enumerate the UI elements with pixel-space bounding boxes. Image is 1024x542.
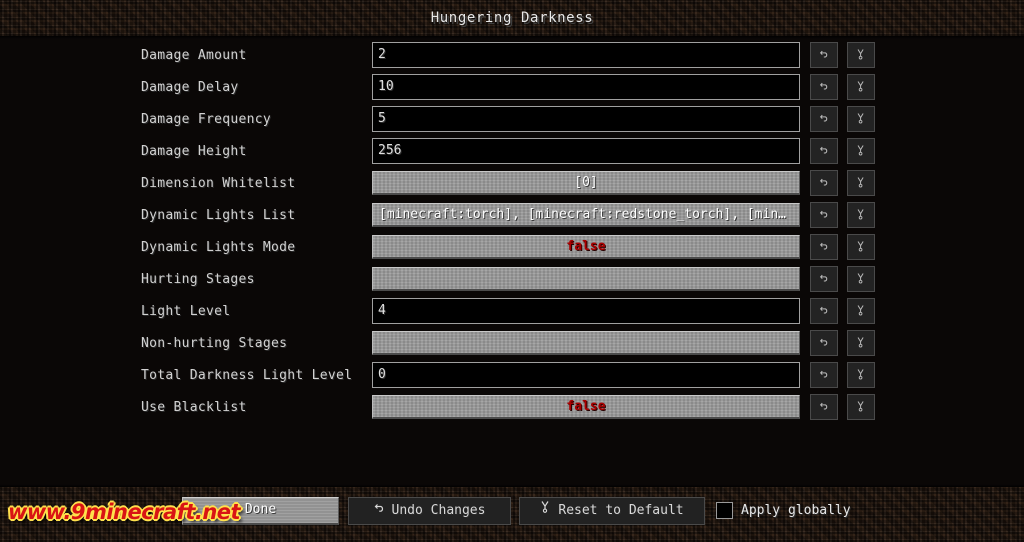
option-row: Light Level 4 [0,296,1024,328]
option-text-field[interactable]: 0 [372,362,800,388]
apply-globally-checkbox[interactable] [716,501,733,519]
row-reset-button[interactable] [847,74,875,100]
row-undo-button[interactable] [810,266,838,292]
undo-arrow-icon [811,336,837,347]
option-label: Dynamic Lights List [141,208,296,223]
row-undo-button[interactable] [810,234,838,260]
row-reset-button[interactable] [847,298,875,324]
row-reset-button[interactable] [847,42,875,68]
undo-arrow-icon [811,112,837,123]
row-reset-button[interactable] [847,234,875,260]
option-row: Hurting Stages [0,264,1024,296]
reset-to-default-icon [848,400,874,412]
undo-arrow-icon [811,368,837,379]
option-text-field[interactable]: 4 [372,298,800,324]
row-undo-button[interactable] [810,138,838,164]
page-title: Hungering Darkness [430,10,594,26]
row-undo-button[interactable] [810,298,838,324]
option-label: Total Darkness Light Level [141,368,353,383]
option-label: Use Blacklist [141,400,247,415]
option-value-button[interactable]: [minecraft:torch], [minecraft:redstone_t… [372,203,800,227]
option-row: Damage Delay 10 [0,72,1024,104]
reset-to-default-button[interactable]: Reset to Default [519,497,705,525]
undo-arrow-icon [811,240,837,251]
row-reset-button[interactable] [847,330,875,356]
reset-to-default-icon [848,368,874,380]
row-undo-button[interactable] [810,362,838,388]
option-row: Total Darkness Light Level 0 [0,360,1024,392]
apply-globally-control[interactable]: Apply globally [716,501,851,522]
undo-arrow-icon [811,176,837,187]
reset-to-default-icon [540,497,552,522]
undo-changes-button[interactable]: Undo Changes [348,497,511,525]
apply-globally-label: Apply globally [741,503,851,518]
row-undo-button[interactable] [810,170,838,196]
undo-arrow-icon [811,208,837,219]
reset-to-default-icon [848,208,874,220]
option-row: Dynamic Lights List [minecraft:torch], [m… [0,200,1024,232]
reset-to-default-icon [848,336,874,348]
option-text-field[interactable]: 2 [372,42,800,68]
option-text-field[interactable]: 5 [372,106,800,132]
option-label: Non-hurting Stages [141,336,288,351]
reset-to-default-icon [848,272,874,284]
row-reset-button[interactable] [847,170,875,196]
undo-arrow-icon [811,144,837,155]
reset-to-default-icon [848,304,874,316]
undo-arrow-icon [811,80,837,91]
option-row: Dimension Whitelist [0] [0,168,1024,200]
reset-to-default-icon [848,80,874,92]
row-reset-button[interactable] [847,202,875,228]
option-value-button[interactable]: false [372,235,800,259]
row-reset-button[interactable] [847,394,875,420]
row-undo-button[interactable] [810,106,838,132]
option-value-button[interactable] [372,331,800,355]
reset-to-default-icon [848,240,874,252]
row-undo-button[interactable] [810,74,838,100]
header-divider [0,36,1024,39]
options-list: Damage Amount 2 Damage Delay 10 Damage Frequ… [0,40,1024,484]
undo-arrow-icon [811,48,837,59]
reset-to-default-label: Reset to Default [558,503,684,518]
undo-arrow-icon [811,272,837,283]
option-label: Hurting Stages [141,272,255,287]
undo-arrow-icon [374,497,386,522]
option-value-button[interactable] [372,267,800,291]
row-undo-button[interactable] [810,394,838,420]
option-row: Use Blacklist false [0,392,1024,424]
row-reset-button[interactable] [847,362,875,388]
option-row: Dynamic Lights Mode false [0,232,1024,264]
option-row: Damage Frequency 5 [0,104,1024,136]
option-value-button[interactable]: [0] [372,171,800,195]
option-text-field[interactable]: 256 [372,138,800,164]
row-reset-button[interactable] [847,266,875,292]
option-label: Damage Delay [141,80,239,95]
reset-to-default-icon [848,112,874,124]
option-label: Damage Height [141,144,247,159]
reset-to-default-icon [848,48,874,60]
option-label: Damage Frequency [141,112,272,127]
minecraft-config-screen: Hungering Darkness Damage Amount 2 Damage … [0,0,1024,542]
option-row: Damage Amount 2 [0,40,1024,72]
undo-arrow-icon [811,304,837,315]
option-label: Light Level [141,304,231,319]
option-label: Dynamic Lights Mode [141,240,296,255]
site-watermark: www.9minecraft.net [8,500,241,524]
option-row: Damage Height 256 [0,136,1024,168]
option-text-field[interactable]: 10 [372,74,800,100]
reset-to-default-icon [848,144,874,156]
option-row: Non-hurting Stages [0,328,1024,360]
row-undo-button[interactable] [810,42,838,68]
row-reset-button[interactable] [847,106,875,132]
undo-arrow-icon [811,400,837,411]
option-label: Damage Amount [141,48,247,63]
row-reset-button[interactable] [847,138,875,164]
undo-changes-label: Undo Changes [391,503,486,518]
option-label: Dimension Whitelist [141,176,296,191]
row-undo-button[interactable] [810,330,838,356]
row-undo-button[interactable] [810,202,838,228]
reset-to-default-icon [848,176,874,188]
option-value-button[interactable]: false [372,395,800,419]
